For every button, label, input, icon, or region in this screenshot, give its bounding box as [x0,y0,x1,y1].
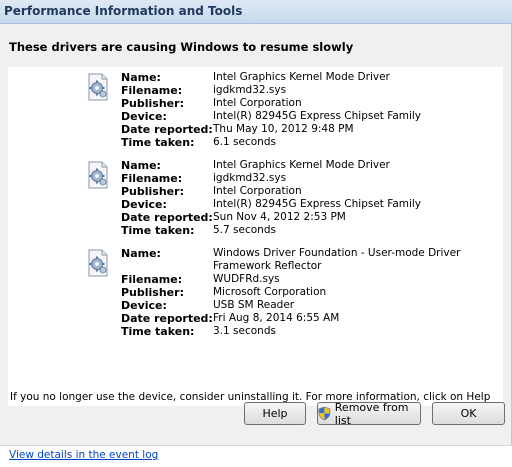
help-button-label: Help [262,407,288,420]
publisher-value: Microsoft Corporation [213,286,327,298]
filename-value: igdkmd32.sys [213,172,287,184]
help-button[interactable]: Help [244,402,306,425]
device-value: Intel(R) 82945G Express Chipset Family [213,110,422,122]
date-reported-label: Date reported: [121,211,213,224]
dialog-heading: These drivers are causing Windows to res… [9,40,354,54]
title-bar: Performance Information and Tools [0,0,512,24]
publisher-value: Intel Corporation [213,97,302,109]
time-taken-value: 6.1 seconds [213,136,276,148]
ok-button[interactable]: OK [432,402,505,425]
footer-bar: View details in the event log [0,445,512,467]
name-label: Name: [121,159,161,172]
filename-value: igdkmd32.sys [213,84,287,96]
driver-entry: Name: Intel Graphics Kernel Mode Driver F… [8,67,503,157]
time-taken-value: 3.1 seconds [213,325,276,337]
publisher-label: Publisher: [121,185,184,198]
remove-button-label: Remove from list [334,400,409,427]
filename-label: Filename: [121,273,183,286]
remove-from-list-button[interactable]: Remove from list [317,400,421,427]
ok-button-label: OK [460,407,477,420]
device-value: USB SM Reader [213,299,295,311]
date-reported-value: Fri Aug 8, 2014 6:55 AM [213,312,340,324]
driver-entry: Name: Intel Graphics Kernel Mode Driver F… [8,155,503,245]
date-reported-value: Sun Nov 4, 2012 2:53 PM [213,211,346,223]
filename-value: WUDFRd.sys [213,273,280,285]
name-label: Name: [121,71,161,84]
device-value: Intel(R) 82945G Express Chipset Family [213,198,422,210]
filename-label: Filename: [121,84,183,97]
name-value: Windows Driver Foundation - User-mode Dr… [213,247,461,272]
uac-shield-icon [318,406,331,421]
driver-entry: Name: Windows Driver Foundation - User-mo… [8,243,503,353]
window-title: Performance Information and Tools [4,4,243,18]
time-taken-label: Time taken: [121,224,195,237]
device-label: Device: [121,198,167,211]
dialog-body: These drivers are causing Windows to res… [0,24,512,445]
date-reported-value: Thu May 10, 2012 9:48 PM [213,123,354,135]
driver-list[interactable]: Name: Intel Graphics Kernel Mode Driver F… [8,67,503,406]
time-taken-label: Time taken: [121,325,195,338]
driver-gear-icon [88,161,108,189]
publisher-value: Intel Corporation [213,185,302,197]
publisher-label: Publisher: [121,286,184,299]
date-reported-label: Date reported: [121,123,213,136]
time-taken-label: Time taken: [121,136,195,149]
event-log-link[interactable]: View details in the event log [9,449,158,461]
driver-gear-icon [88,73,108,101]
time-taken-value: 5.7 seconds [213,224,276,236]
name-value: Intel Graphics Kernel Mode Driver [213,71,390,83]
publisher-label: Publisher: [121,97,184,110]
name-label: Name: [121,247,161,260]
date-reported-label: Date reported: [121,312,213,325]
filename-label: Filename: [121,172,183,185]
name-value: Intel Graphics Kernel Mode Driver [213,159,390,171]
driver-gear-icon [88,249,108,277]
device-label: Device: [121,299,167,312]
device-label: Device: [121,110,167,123]
